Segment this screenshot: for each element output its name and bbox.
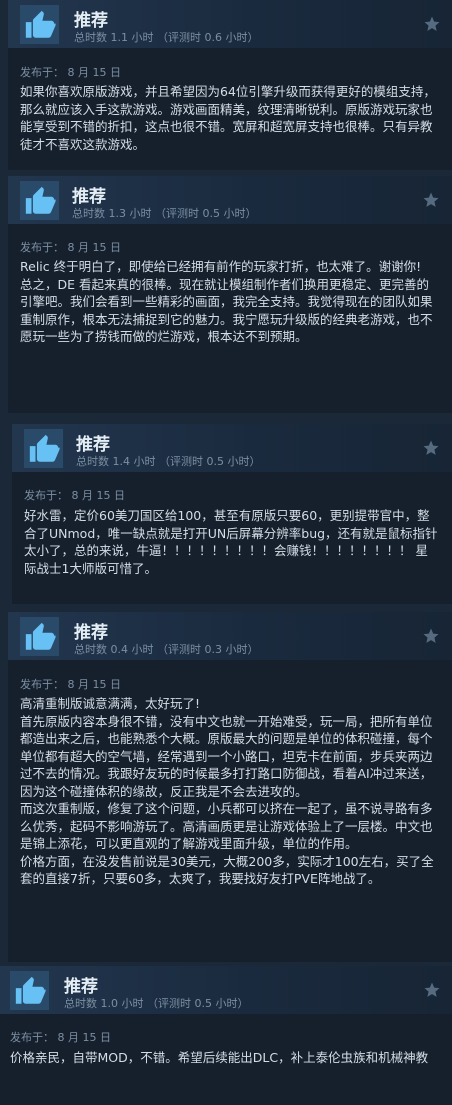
review-header[interactable]: 推荐 总时数 0.4 小时 （评测时 0.3 小时） [8, 612, 452, 660]
recommend-badge [20, 617, 59, 656]
star-icon [424, 16, 440, 31]
award-button[interactable] [422, 439, 440, 457]
recommendation-label: 推荐 [74, 623, 108, 643]
playtime-hours: 总时数 1.3 小时 （评测时 0.5 小时） [72, 207, 257, 220]
review-card: 推荐 总时数 1.3 小时 （评测时 0.5 小时） 发布于： 8 月 15 日… [8, 176, 452, 413]
review-header[interactable]: 推荐 总时数 1.4 小时 （评测时 0.5 小时） [12, 424, 452, 472]
recommend-badge [10, 971, 49, 1010]
review-paragraph: 价格亲民，自带MOD，不错。希望后续能出DLC，补上泰伦虫族和机械神教 [10, 1050, 429, 1065]
review-paragraph: 而这次重制版，修复了这个问题，小兵都可以挤在一起了，虽不说寻路有多么优秀，起码不… [20, 801, 433, 851]
review-text: 价格亲民，自带MOD，不错。希望后续能出DLC，补上泰伦虫族和机械神教 [10, 1049, 440, 1067]
review-paragraph: 高清重制版诚意满满，太好玩了! [20, 696, 201, 711]
award-button[interactable] [422, 191, 440, 209]
playtime-hours: 总时数 1.0 小时 （评测时 0.5 小时） [64, 997, 249, 1010]
review-card: 推荐 总时数 0.4 小时 （评测时 0.3 小时） 发布于： 8 月 15 日… [8, 612, 452, 962]
review-paragraph: 总之，DE 看起来真的很棒。现在就让模组制作者们换用更稳定、更完善的引擎吧。我们… [20, 276, 433, 345]
award-button[interactable] [422, 627, 440, 645]
star-icon [423, 440, 439, 455]
recommendation-label: 推荐 [74, 11, 108, 31]
thumbs-up-icon [25, 10, 56, 38]
review-text: 好水雷，定价60美刀国区给100，甚至有原版只要60，更别提带官中，整合了UNm… [24, 507, 440, 577]
star-icon [424, 982, 440, 997]
recommendation-label: 推荐 [64, 977, 98, 997]
recommendation-label: 推荐 [72, 187, 106, 207]
recommendation-label: 推荐 [76, 435, 110, 455]
award-button[interactable] [423, 15, 441, 33]
recommend-badge [20, 5, 59, 44]
review-card: 推荐 总时数 1.1 小时 （评测时 0.6 小时） 发布于： 8 月 15 日… [8, 0, 452, 170]
review-text: Relic 终于明白了，即使给已经拥有前作的玩家打折，也太难了。谢谢你! 总之，… [20, 258, 436, 346]
review-paragraph: 价格方面，在没发售前说是30美元，大概200多，实际才100左右，买了全套的直接… [20, 853, 434, 887]
recommend-badge [20, 181, 59, 220]
posted-date: 发布于： 8 月 15 日 [10, 1031, 111, 1044]
review-paragraph: 首先原版内容本身很不错，没有中文也就一开始难受，玩一局，把所有单位都造出来之后，… [20, 713, 433, 799]
review-header[interactable]: 推荐 总时数 1.3 小时 （评测时 0.5 小时） [8, 176, 452, 224]
posted-date: 发布于： 8 月 15 日 [20, 678, 121, 691]
star-icon [423, 192, 439, 207]
posted-date: 发布于： 8 月 15 日 [24, 489, 125, 502]
thumbs-up-icon [25, 186, 56, 214]
posted-date: 发布于： 8 月 15 日 [20, 66, 121, 79]
review-paragraph: 如果你喜欢原版游戏，并且希望因为64位引擎升级而获得更好的模组支持，那么就应该入… [20, 84, 436, 152]
recommend-badge [24, 429, 63, 468]
playtime-hours: 总时数 1.4 小时 （评测时 0.5 小时） [76, 455, 261, 468]
thumbs-up-icon [25, 622, 56, 650]
review-header[interactable]: 推荐 总时数 1.0 小时 （评测时 0.5 小时） [0, 966, 452, 1014]
review-paragraph: Relic 终于明白了，即使给已经拥有前作的玩家打折，也太难了。谢谢你! [20, 259, 422, 274]
playtime-hours: 总时数 0.4 小时 （评测时 0.3 小时） [74, 643, 259, 656]
playtime-hours: 总时数 1.1 小时 （评测时 0.6 小时） [74, 31, 259, 44]
review-header[interactable]: 推荐 总时数 1.1 小时 （评测时 0.6 小时） [8, 0, 452, 48]
review-paragraph: 好水雷，定价60美刀国区给100，甚至有原版只要60，更别提带官中，整合了UNm… [24, 508, 438, 576]
review-card: 推荐 总时数 1.4 小时 （评测时 0.5 小时） 发布于： 8 月 15 日… [12, 424, 452, 604]
posted-date: 发布于： 8 月 15 日 [20, 241, 121, 254]
award-button[interactable] [423, 981, 441, 999]
review-text: 高清重制版诚意满满，太好玩了! 首先原版内容本身很不错，没有中文也就一开始难受，… [20, 695, 440, 888]
star-icon [423, 628, 439, 643]
review-card: 推荐 总时数 1.0 小时 （评测时 0.5 小时） 发布于： 8 月 15 日… [0, 966, 452, 1105]
thumbs-up-icon [29, 434, 60, 462]
thumbs-up-icon [15, 976, 46, 1004]
review-text: 如果你喜欢原版游戏，并且希望因为64位引擎升级而获得更好的模组支持，那么就应该入… [20, 83, 438, 153]
